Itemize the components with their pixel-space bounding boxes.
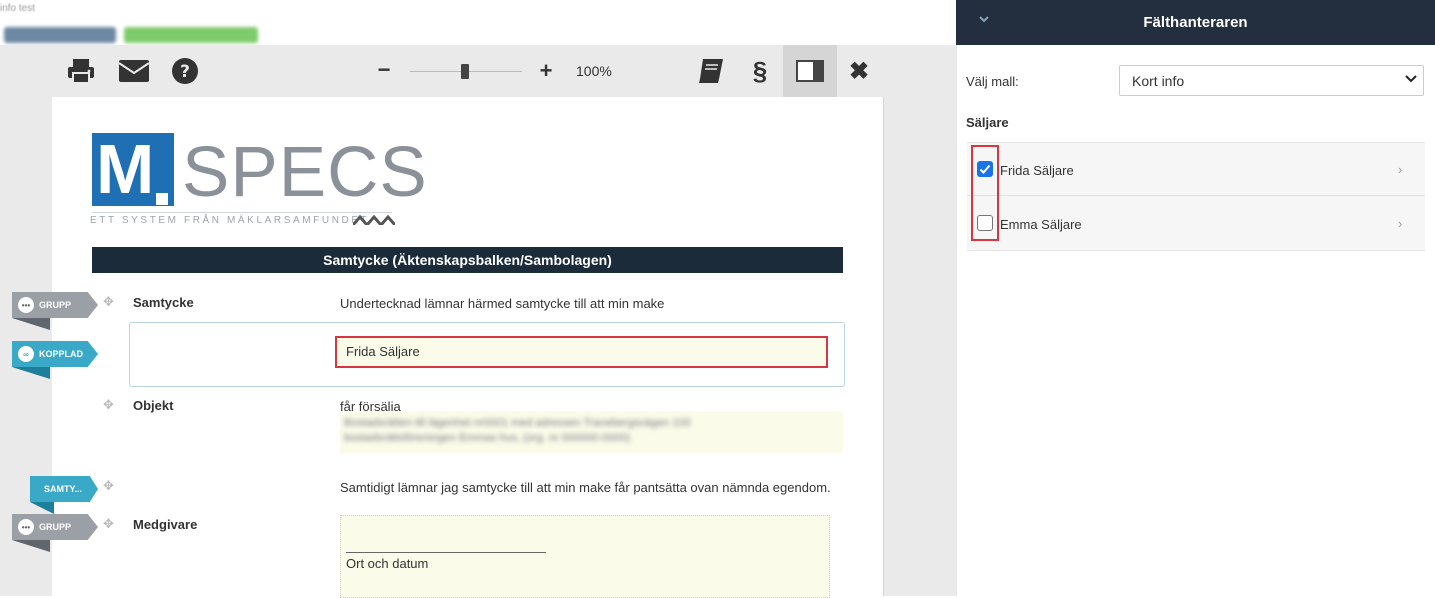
zoom-value: 100% (576, 63, 612, 79)
seller-list (967, 142, 1425, 251)
zoom-out-button[interactable]: − (374, 44, 394, 96)
logo-brand-text: SPECS (182, 133, 428, 212)
samtycke-tag[interactable]: SAMTY... (30, 476, 98, 502)
mail-icon[interactable] (118, 45, 150, 97)
zoom-slider-handle[interactable] (461, 64, 469, 79)
status-badge-blurred-green (124, 27, 258, 43)
panel-icon (796, 60, 824, 82)
row-label-medgivare: Medgivare (133, 517, 198, 532)
section-title-sellers: Säljare (966, 115, 1009, 130)
link-icon: ∞ (18, 346, 34, 362)
help-icon[interactable]: ? (171, 45, 199, 97)
ort-och-datum-label: Ort och datum (346, 556, 429, 571)
chevron-right-icon[interactable]: › (1398, 162, 1402, 177)
seller-name: Emma Säljare (1000, 217, 1082, 232)
drag-handle-icon[interactable]: ✥ (103, 397, 114, 413)
logo-underline (92, 212, 392, 213)
zoom-in-button[interactable]: + (536, 45, 556, 97)
group-tag[interactable]: ••• GRUPP (12, 292, 98, 318)
ellipsis-icon: ••• (18, 297, 34, 313)
section-button[interactable]: § (747, 45, 773, 97)
row-text-samtycke: Undertecknad lämnar härmed samtycke till… (340, 296, 665, 311)
row-text-pantsatta: Samtidigt lämnar jag samtycke till att m… (340, 480, 831, 495)
panel-title: Fälthanteraren (956, 0, 1435, 45)
logo-dot (156, 193, 168, 205)
logo-mark-icon (353, 215, 395, 225)
linked-seller-field[interactable]: Frida Säljare (335, 336, 828, 368)
document-title-fragment: info test (0, 3, 36, 14)
drag-handle-icon[interactable]: ✥ (103, 516, 114, 532)
book-icon[interactable] (695, 45, 727, 97)
template-label: Välj mall: (966, 74, 1019, 89)
ellipsis-icon: ••• (18, 519, 34, 535)
drag-handle-icon[interactable]: ✥ (103, 294, 114, 310)
document-toolbar: ? − + 100% § ✖ (52, 45, 884, 97)
linked-tag[interactable]: ∞ KOPPLAD (12, 341, 98, 367)
panel-toggle-button[interactable] (783, 45, 837, 97)
seller-name: Frida Säljare (1000, 163, 1074, 178)
logo-tagline: ETT SYSTEM FRÅN MÄKLARSAMFUNDET (90, 215, 370, 226)
group-tag[interactable]: ••• GRUPP (12, 514, 98, 540)
signature-line (346, 552, 546, 553)
list-divider (967, 195, 1425, 196)
drag-handle-icon[interactable]: ✥ (103, 478, 114, 494)
checkbox-highlight-frame (971, 145, 999, 241)
close-button[interactable]: ✖ (844, 45, 874, 97)
status-badge-blurred (4, 27, 116, 43)
row-label-objekt: Objekt (133, 398, 174, 413)
svg-text:?: ? (180, 62, 190, 82)
objekt-field-text: Bostadsrätten till lägenhet nr0001 med a… (344, 417, 691, 444)
chevron-right-icon[interactable]: › (1398, 216, 1402, 231)
document-title: Samtycke (Äktenskapsbalken/Sambolagen) (92, 247, 843, 273)
chevron-down-icon[interactable] (978, 13, 990, 27)
print-icon[interactable] (66, 45, 96, 97)
chevron-down-icon (1405, 72, 1417, 87)
template-select[interactable]: Kort info (1119, 65, 1424, 96)
row-label-samtycke: Samtycke (133, 295, 194, 310)
